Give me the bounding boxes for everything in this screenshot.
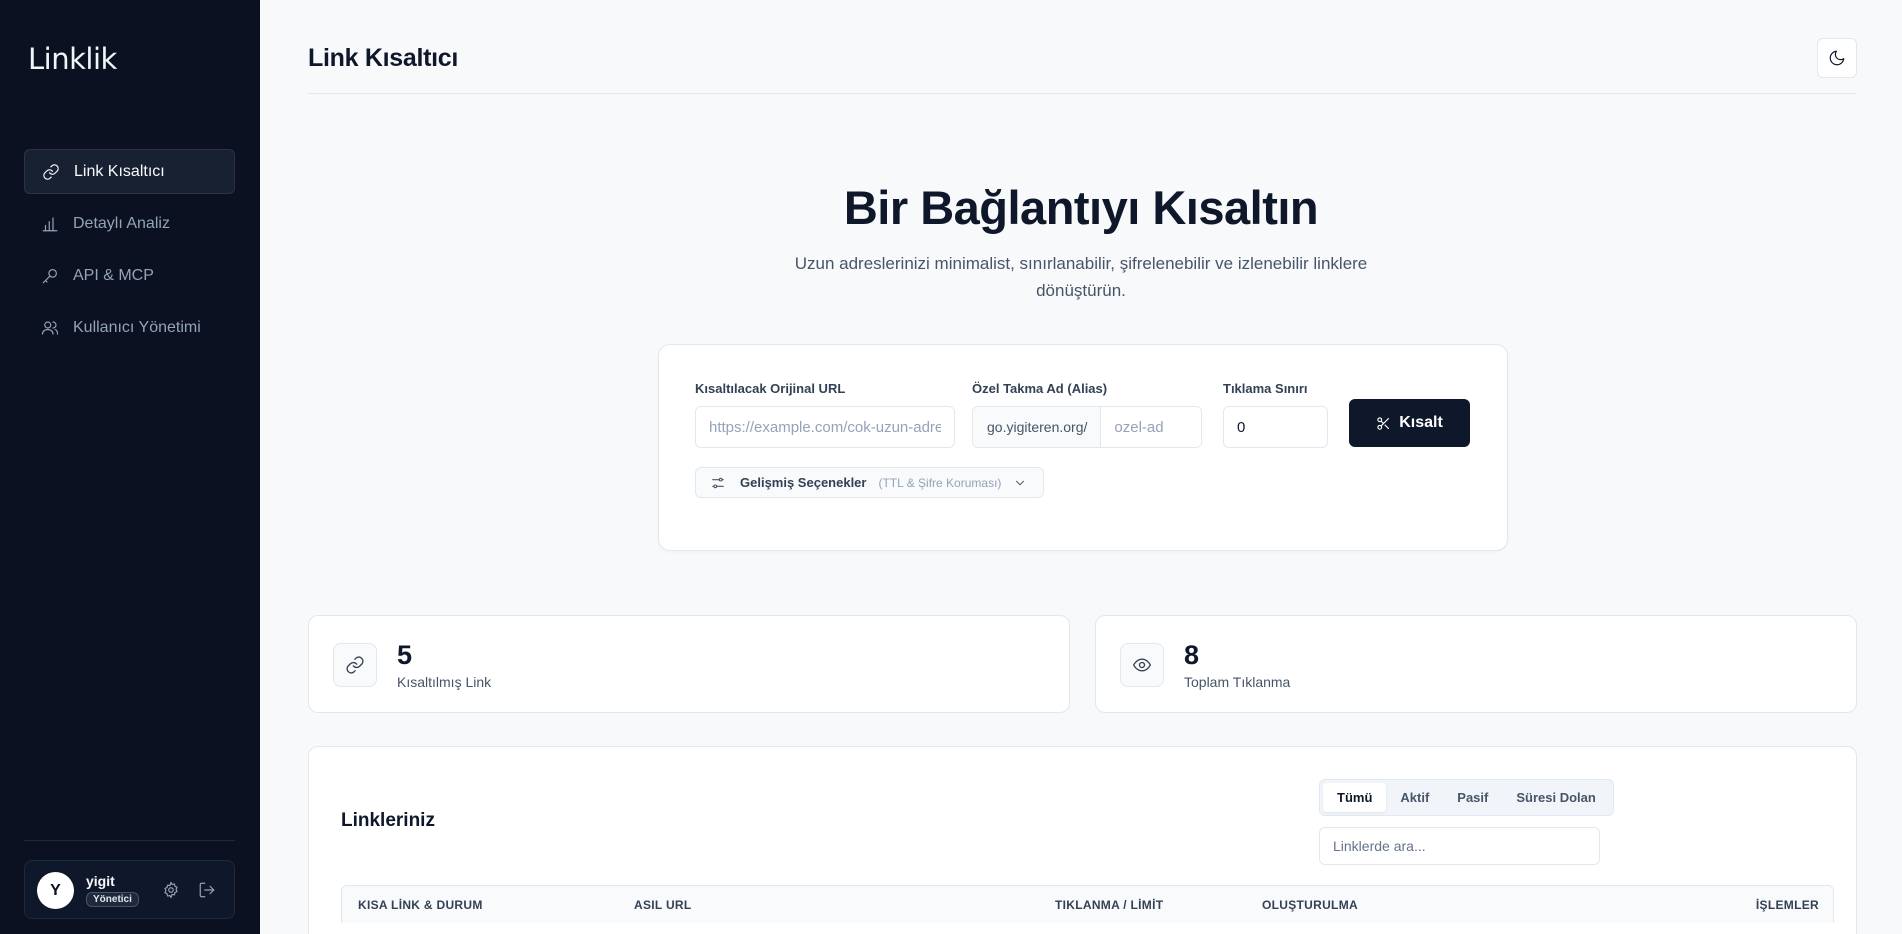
tab-all[interactable]: Tümü bbox=[1323, 783, 1387, 812]
user-profile: Y yigit Yönetici bbox=[24, 860, 235, 919]
shorten-form: Kısaltılacak Orijinal URL Özel Takma Ad … bbox=[658, 344, 1508, 551]
advanced-options-label: Gelişmiş Seçenekler bbox=[740, 475, 867, 490]
search-input[interactable] bbox=[1319, 827, 1600, 865]
scissors-icon bbox=[1377, 416, 1390, 430]
stat-value: 5 bbox=[397, 640, 413, 670]
link-icon bbox=[43, 163, 59, 180]
tab-active[interactable]: Aktif bbox=[1386, 783, 1443, 812]
user-role-badge: Yönetici bbox=[86, 892, 139, 907]
column-header[interactable]: ASIL URL bbox=[634, 898, 692, 912]
alias-input[interactable] bbox=[1101, 407, 1201, 447]
avatar[interactable]: Y bbox=[37, 872, 74, 909]
column-header[interactable]: İŞLEMLER bbox=[1756, 898, 1819, 912]
users-icon bbox=[41, 320, 59, 335]
advanced-options-hint: (TTL & Şifre Koruması) bbox=[878, 475, 1002, 490]
column-header[interactable]: KISA LİNK & DURUM bbox=[358, 898, 483, 912]
main-content: Link Kısaltıcı Bir Bağlantıyı Kısaltın U… bbox=[260, 0, 1902, 934]
click-limit-input[interactable] bbox=[1223, 406, 1328, 448]
chevron-down-icon bbox=[1016, 480, 1025, 485]
link-icon bbox=[346, 656, 364, 674]
sidebar-item-label: Detaylı Analiz bbox=[73, 214, 170, 232]
tab-expired[interactable]: Süresi Dolan bbox=[1502, 783, 1609, 812]
links-panel: Linkleriniz Tümü Aktif Pasif Süresi Dola… bbox=[308, 746, 1857, 934]
alias-label: Özel Takma Ad (Alias) bbox=[972, 381, 1108, 396]
shorten-button-label: Kısalt bbox=[1399, 414, 1443, 431]
sidebar-item-label: API & MCP bbox=[73, 266, 154, 284]
sidebar-nav: Link Kısaltıcı Detaylı Analiz API & MCP … bbox=[24, 149, 235, 357]
theme-toggle-button[interactable] bbox=[1817, 38, 1857, 78]
user-name: yigit bbox=[86, 873, 115, 889]
url-input[interactable] bbox=[695, 406, 955, 448]
logout-icon[interactable] bbox=[198, 881, 216, 899]
sliders-icon bbox=[712, 477, 724, 488]
click-limit-label: Tıklama Sınırı bbox=[1223, 381, 1308, 396]
gear-icon[interactable] bbox=[162, 881, 180, 899]
bar-chart-icon bbox=[42, 216, 58, 231]
stat-card-links: 5 Kısaltılmış Link bbox=[308, 615, 1070, 713]
stat-label: Kısaltılmış Link bbox=[397, 674, 492, 690]
hero-title: Bir Bağlantıyı Kısaltın bbox=[843, 181, 1319, 234]
sidebar: Linklik Link Kısaltıcı Detaylı Analiz AP… bbox=[0, 0, 260, 934]
hero-subtitle: Uzun adreslerinizi minimalist, sınırlana… bbox=[794, 254, 1368, 300]
url-label: Kısaltılacak Orijinal URL bbox=[695, 381, 846, 396]
shorten-button[interactable]: Kısalt bbox=[1349, 399, 1470, 447]
header-divider bbox=[308, 93, 1857, 94]
alias-prefix: go.yigiteren.org/ bbox=[973, 407, 1102, 447]
key-icon bbox=[42, 268, 57, 283]
page-title: Link Kısaltıcı bbox=[308, 44, 459, 72]
sidebar-item-link-shortener[interactable]: Link Kısaltıcı bbox=[24, 149, 235, 194]
filter-tabs: Tümü Aktif Pasif Süresi Dolan bbox=[1319, 779, 1614, 816]
stat-icon-box bbox=[1120, 643, 1164, 687]
eye-icon bbox=[1133, 658, 1151, 672]
tab-passive[interactable]: Pasif bbox=[1443, 783, 1502, 812]
sidebar-divider bbox=[24, 840, 235, 841]
column-header[interactable]: OLUŞTURULMA bbox=[1262, 898, 1358, 912]
sidebar-item-label: Link Kısaltıcı bbox=[74, 162, 165, 180]
links-title: Linkleriniz bbox=[341, 810, 435, 831]
sidebar-item-users[interactable]: Kullanıcı Yönetimi bbox=[24, 305, 235, 350]
app-logo[interactable]: Linklik bbox=[28, 42, 117, 76]
sidebar-item-label: Kullanıcı Yönetimi bbox=[73, 318, 201, 336]
moon-icon bbox=[1829, 50, 1845, 66]
column-header[interactable]: TIKLANMA / LİMİT bbox=[1055, 898, 1163, 912]
stat-card-clicks: 8 Toplam Tıklanma bbox=[1095, 615, 1857, 713]
sidebar-item-api[interactable]: API & MCP bbox=[24, 253, 235, 298]
stat-value: 8 bbox=[1184, 640, 1200, 670]
stat-icon-box bbox=[333, 643, 377, 687]
alias-field: go.yigiteren.org/ bbox=[972, 406, 1202, 448]
stat-label: Toplam Tıklanma bbox=[1184, 674, 1291, 690]
advanced-options-toggle[interactable]: Gelişmiş Seçenekler (TTL & Şifre Korumas… bbox=[695, 467, 1044, 498]
table-header: KISA LİNK & DURUM ASIL URL TIKLANMA / Lİ… bbox=[341, 885, 1834, 923]
sidebar-item-analytics[interactable]: Detaylı Analiz bbox=[24, 201, 235, 246]
